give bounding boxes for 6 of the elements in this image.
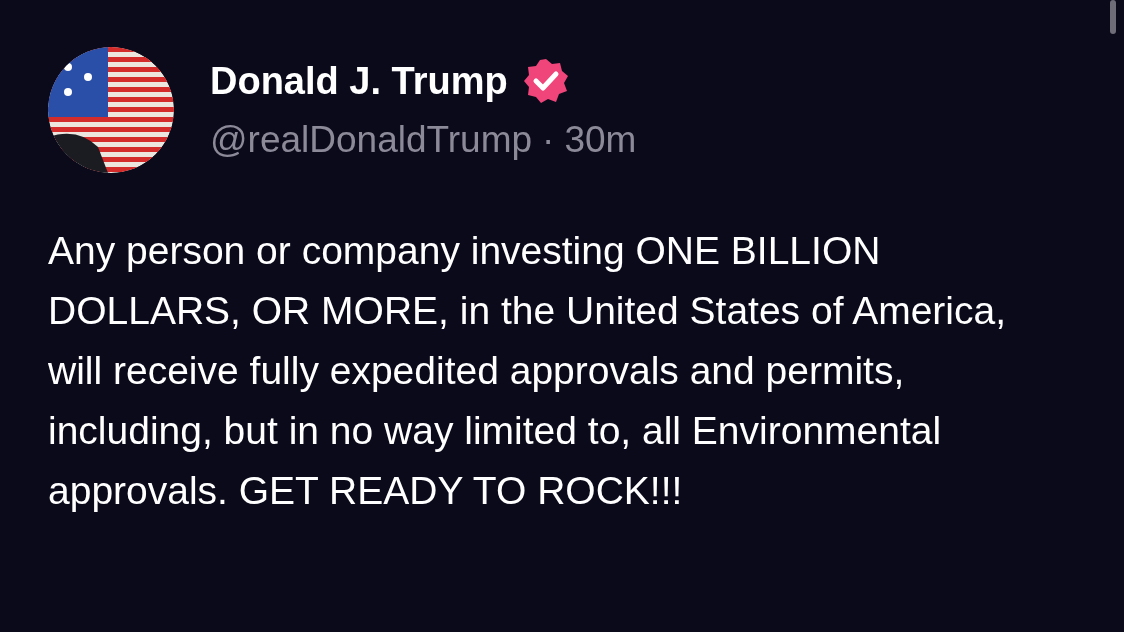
author-name[interactable]: Donald J. Trump [210,59,508,103]
scrollbar[interactable] [1110,0,1116,34]
author-handle[interactable]: @realDonaldTrump [210,119,533,161]
post-time[interactable]: 30m [564,119,637,161]
separator-dot: · [542,119,555,161]
post-text: Any person or company investing ONE BILLION DOLLARS, OR MORE, in the United States of America, will receive fully expedited approvals and permits, including, but in no way limited to, all Environmental approvals. GET READY TO ROCK!!! [48,228,1008,514]
